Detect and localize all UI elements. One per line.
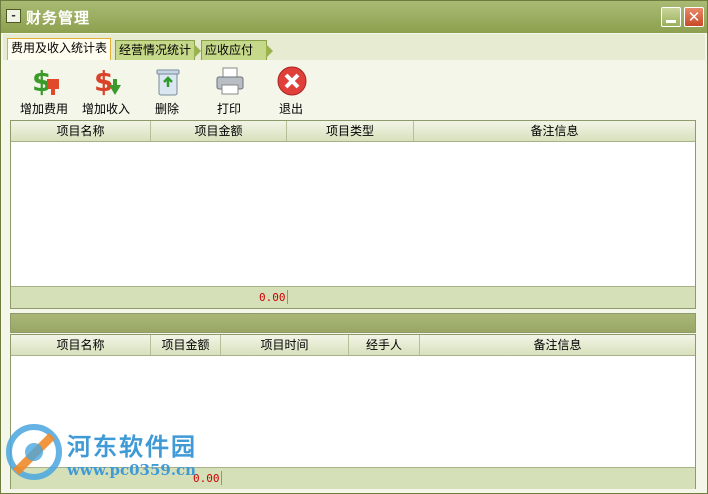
- close-icon: ✕: [687, 8, 701, 26]
- exit-label: 退出: [278, 102, 303, 116]
- minimize-button[interactable]: [661, 7, 681, 27]
- grid-footer: 0.00: [11, 286, 695, 308]
- dollar-down-icon: $: [94, 65, 121, 97]
- column-header[interactable]: 项目时间: [221, 335, 349, 355]
- print-label: 打印: [216, 102, 241, 116]
- watermark-logo: 河东软件园 www.pc0359.cn: [5, 421, 215, 487]
- minimize-icon: [666, 20, 676, 23]
- exit-icon: [277, 66, 307, 96]
- column-header[interactable]: 备注信息: [414, 121, 695, 141]
- close-button[interactable]: ✕: [684, 7, 704, 27]
- add-expense-button[interactable]: $ 增加费用: [14, 62, 74, 116]
- tab-receivable-payable[interactable]: 应收应付表: [201, 40, 273, 75]
- recycle-bin-icon: [156, 69, 180, 96]
- window-title: 财务管理: [26, 9, 91, 27]
- exit-button[interactable]: 退出: [261, 62, 321, 116]
- system-menu-icon[interactable]: -: [6, 9, 21, 23]
- grid-header: 项目名称 项目金额 项目时间 经手人 备注信息: [11, 335, 695, 356]
- toolbar: $ 增加费用 $ 增加收入 删除 打印 退出: [3, 60, 705, 118]
- svg-text:$: $: [94, 65, 113, 97]
- column-header[interactable]: 项目名称: [11, 121, 151, 141]
- column-header[interactable]: 项目名称: [11, 335, 151, 355]
- panel-splitter[interactable]: [10, 313, 696, 333]
- grid-header: 项目名称 项目金额 项目类型 备注信息: [11, 121, 695, 142]
- column-header[interactable]: 经手人: [349, 335, 420, 355]
- finance-window: - 财务管理 ✕ 费用及收入统计表 经营情况统计 应收应付表 $ 增加费用: [0, 0, 708, 494]
- tab-expense-income[interactable]: 费用及收入统计表: [7, 38, 111, 61]
- title-bar[interactable]: - 财务管理 ✕: [1, 1, 707, 33]
- expense-income-grid[interactable]: 项目名称 项目金额 项目类型 备注信息 0.00: [10, 120, 696, 309]
- logo-icon: [6, 424, 62, 480]
- tab-label: 费用及收入统计表: [11, 41, 108, 55]
- dollar-add-icon: $: [32, 65, 59, 97]
- column-header[interactable]: 项目金额: [151, 121, 287, 141]
- printer-icon: [216, 67, 244, 95]
- tab-strip: 费用及收入统计表 经营情况统计 应收应付表: [3, 34, 705, 75]
- total-amount: 0.00: [259, 291, 286, 304]
- add-income-button[interactable]: $ 增加收入: [76, 62, 136, 116]
- column-header[interactable]: 备注信息: [420, 335, 695, 355]
- column-header[interactable]: 项目金额: [151, 335, 221, 355]
- tab-business-stats[interactable]: 经营情况统计: [115, 40, 201, 60]
- watermark-url: www.pc0359.cn: [67, 461, 197, 479]
- tab-label: 经营情况统计: [119, 43, 192, 57]
- print-button[interactable]: 打印: [199, 62, 259, 116]
- watermark-name: 河东软件园: [67, 432, 197, 461]
- add-income-label: 增加收入: [81, 102, 130, 116]
- add-expense-label: 增加费用: [19, 102, 68, 116]
- delete-button[interactable]: 删除: [137, 62, 197, 116]
- delete-label: 删除: [154, 102, 179, 116]
- column-header[interactable]: 项目类型: [287, 121, 414, 141]
